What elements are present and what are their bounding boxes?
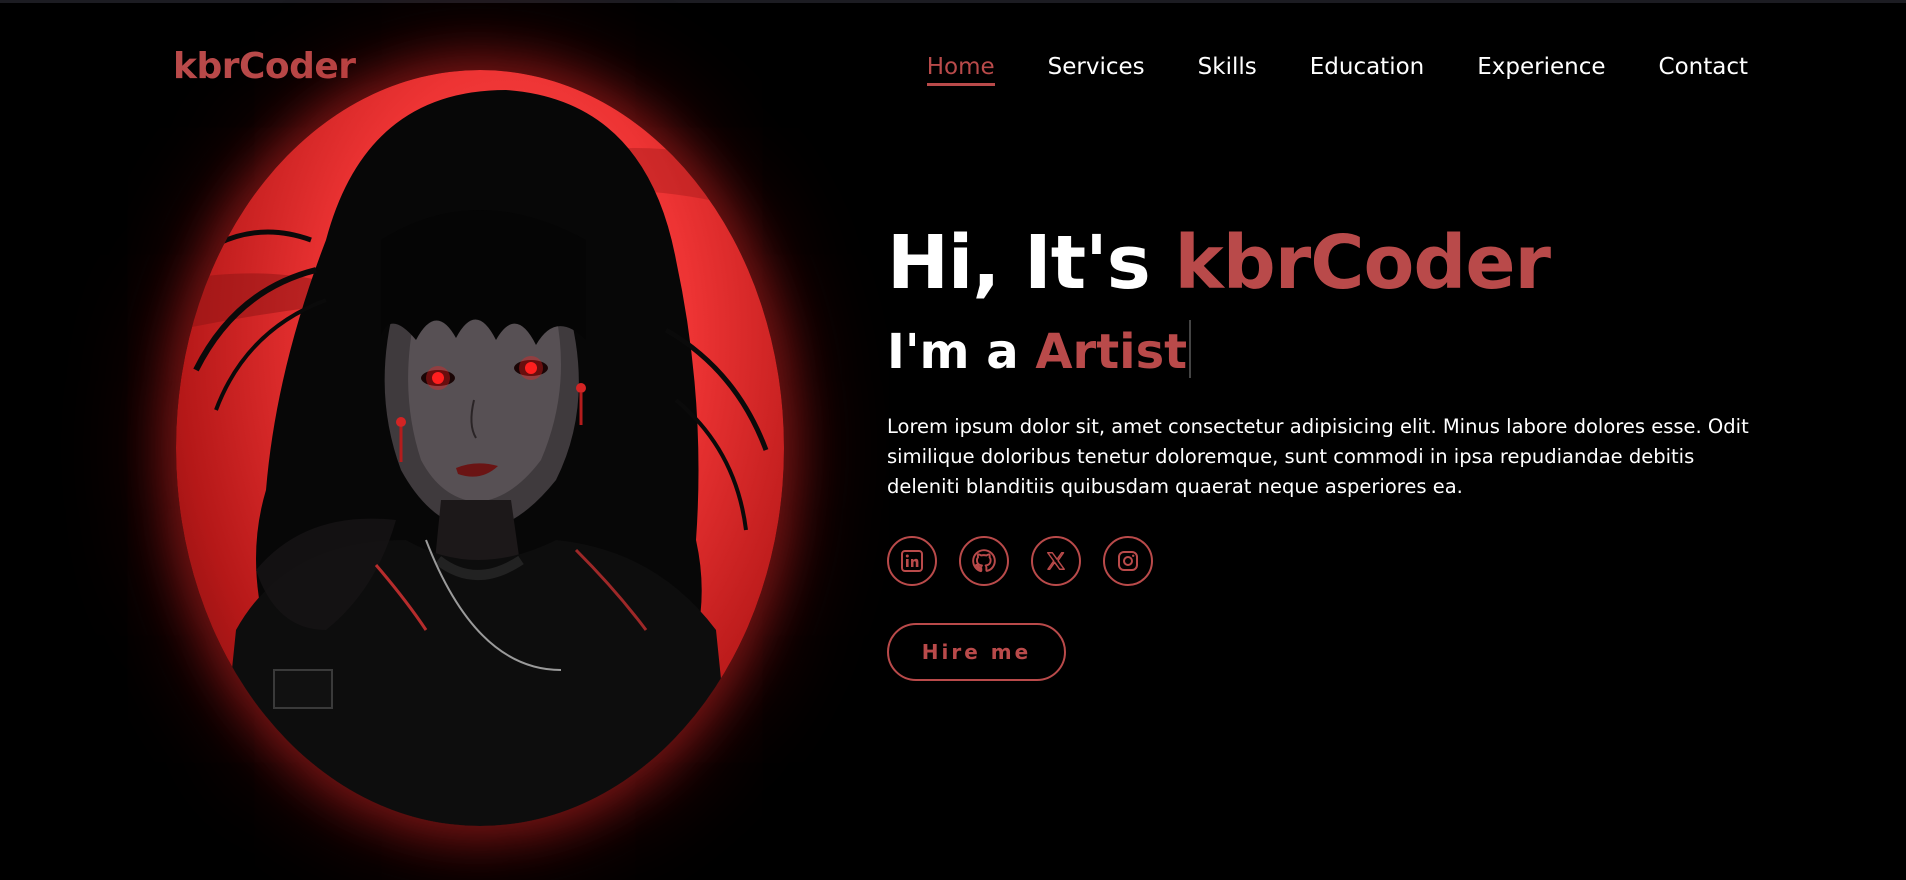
nav-services[interactable]: Services	[1048, 54, 1145, 86]
hire-me-button[interactable]: Hire me	[887, 623, 1066, 681]
window-top-border	[0, 0, 1906, 3]
hero-section: Hi, It's kbrCoder I'm a Artist Lorem ips…	[887, 226, 1767, 681]
portrait-image	[176, 70, 784, 826]
x-twitter-icon	[1047, 552, 1065, 570]
linkedin-link[interactable]	[887, 536, 937, 586]
typed-role: Artist	[1035, 324, 1188, 380]
hero-portrait	[176, 70, 784, 826]
nav-experience[interactable]: Experience	[1477, 54, 1605, 86]
instagram-link[interactable]	[1103, 536, 1153, 586]
hero-greeting: Hi, It's	[887, 220, 1175, 306]
portrait-illustration	[176, 90, 784, 826]
github-link[interactable]	[959, 536, 1009, 586]
x-link[interactable]	[1031, 536, 1081, 586]
hero-description: Lorem ipsum dolor sit, amet consectetur …	[887, 415, 1749, 498]
nav-skills[interactable]: Skills	[1198, 54, 1257, 86]
nav-home[interactable]: Home	[926, 54, 995, 86]
instagram-icon	[1118, 551, 1138, 571]
github-icon	[972, 549, 996, 573]
hero-name: kbrCoder	[1174, 220, 1551, 306]
linkedin-icon	[901, 550, 923, 572]
nav-education[interactable]: Education	[1310, 54, 1425, 86]
hero-subheading: I'm a Artist	[887, 320, 1767, 384]
social-links	[887, 536, 1767, 586]
role-prefix: I'm a	[887, 324, 1036, 380]
hero-heading: Hi, It's kbrCoder	[887, 226, 1767, 300]
main-nav: Home Services Skills Education Experienc…	[926, 54, 1748, 86]
typing-cursor	[1189, 320, 1192, 378]
nav-contact[interactable]: Contact	[1659, 54, 1748, 86]
